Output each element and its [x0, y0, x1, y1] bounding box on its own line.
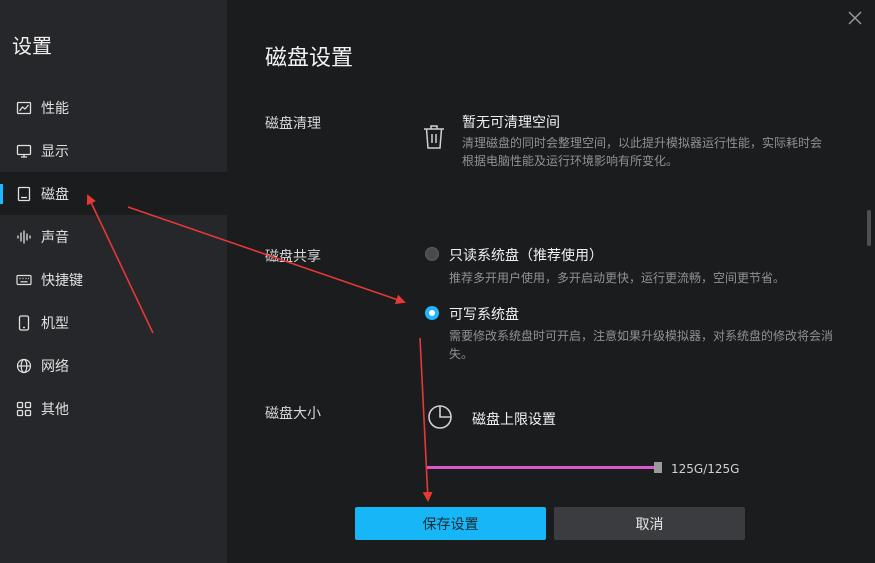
keyboard-icon — [16, 272, 32, 288]
disk-size-slider-fill — [427, 466, 657, 469]
disk-icon — [16, 186, 32, 202]
sidebar-item-label: 磁盘 — [41, 186, 69, 203]
sidebar-item-device-model[interactable]: 机型 — [0, 301, 227, 344]
sidebar-item-label: 显示 — [41, 143, 69, 160]
sidebar-item-performance[interactable]: 性能 — [0, 86, 227, 129]
sidebar-item-sound[interactable]: 声音 — [0, 215, 227, 258]
sidebar-item-network[interactable]: 网络 — [0, 344, 227, 387]
writable-system-disk-radio[interactable] — [425, 306, 439, 320]
page-title: 磁盘设置 — [265, 46, 354, 71]
disk-settings-panel: 磁盘设置 磁盘清理 暂无可清理空间 清理磁盘的同时会整理空间，以此提升模拟器运行… — [227, 0, 875, 563]
sidebar-item-shortcuts[interactable]: 快捷键 — [0, 258, 227, 301]
sound-wave-icon — [16, 229, 32, 245]
phone-icon — [16, 314, 32, 331]
disk-limit-title: 磁盘上限设置 — [472, 412, 556, 428]
close-icon — [848, 11, 862, 25]
sidebar-item-other[interactable]: 其他 — [0, 387, 227, 430]
disk-size-slider-handle[interactable] — [654, 462, 662, 473]
sidebar-item-label: 机型 — [41, 315, 69, 332]
cleanup-status: 暂无可清理空间 — [462, 115, 560, 131]
scrollbar-thumb[interactable] — [867, 210, 871, 246]
sidebar-item-label: 网络 — [41, 358, 69, 375]
sidebar-item-label: 其他 — [41, 401, 69, 418]
disk-size-slider[interactable] — [427, 462, 662, 473]
grid-icon — [16, 401, 32, 417]
pie-chart-icon — [428, 405, 452, 429]
writable-system-disk-description: 需要修改系统盘时可开启，注意如果升级模拟器，对系统盘的修改将会消失。 — [449, 329, 834, 361]
size-section-label: 磁盘大小 — [265, 406, 321, 422]
chart-icon — [16, 100, 32, 116]
readonly-system-disk-label[interactable]: 只读系统盘（推荐使用） — [449, 245, 603, 265]
sidebar-item-label: 快捷键 — [41, 272, 83, 289]
close-button[interactable] — [847, 10, 863, 26]
trash-icon[interactable] — [423, 124, 445, 150]
writable-system-disk-label[interactable]: 可写系统盘 — [449, 304, 519, 324]
sidebar-item-label: 性能 — [41, 100, 69, 117]
share-section-label: 磁盘共享 — [265, 249, 321, 265]
cleanup-section-label: 磁盘清理 — [265, 116, 321, 132]
monitor-icon — [16, 143, 32, 159]
app-title: 设置 — [12, 34, 52, 58]
readonly-system-disk-radio[interactable] — [425, 247, 439, 261]
globe-icon — [16, 358, 32, 374]
sidebar-item-label: 声音 — [41, 229, 69, 246]
sidebar: 设置 性能 显示 磁盘 声音 快捷键 机型 网络 其他 — [0, 0, 227, 563]
save-button[interactable]: 保存设置 — [355, 507, 546, 540]
sidebar-nav: 性能 显示 磁盘 声音 快捷键 机型 网络 其他 — [0, 86, 227, 430]
readonly-system-disk-description: 推荐多开用户使用，多开启动更快，运行更流畅，空间更节省。 — [449, 271, 786, 285]
disk-size-value: 125G/125G — [671, 462, 740, 476]
cancel-button[interactable]: 取消 — [554, 507, 745, 540]
sidebar-item-disk[interactable]: 磁盘 — [0, 172, 227, 215]
cleanup-description: 清理磁盘的同时会整理空间，以此提升模拟器运行性能，实际耗时会根据电脑性能及运行环… — [462, 136, 823, 168]
sidebar-item-display[interactable]: 显示 — [0, 129, 227, 172]
